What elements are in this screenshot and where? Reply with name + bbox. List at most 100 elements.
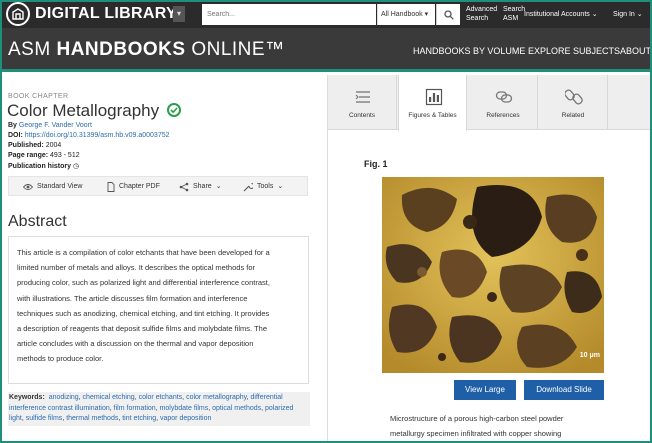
share-label: Share — [193, 183, 212, 190]
institutional-accounts-menu[interactable]: Institutional Accounts ⌄ — [524, 10, 598, 19]
published-value: 2004 — [45, 142, 62, 149]
tab-related[interactable]: Related — [539, 75, 608, 130]
search-asm-link[interactable]: Search ASM — [503, 5, 525, 23]
eye-icon — [23, 184, 33, 190]
link-icon — [565, 89, 583, 105]
search-asm-line-1: Search — [503, 6, 526, 13]
search-asm-line-2: ASM — [503, 15, 519, 22]
pdf-icon — [107, 182, 115, 192]
figure-caption: Microstructure of a porous high-carbon s… — [390, 411, 630, 441]
tab-references[interactable]: References — [469, 75, 538, 130]
tab-related-label: Related — [561, 112, 585, 119]
page-range-line: Page range: 493 - 512 — [8, 152, 80, 159]
published-label: Published: — [8, 142, 44, 149]
abstract-line: with illustrations. The article discusse… — [17, 293, 248, 303]
advanced-search-line-2: Search — [466, 15, 489, 22]
figure-label: Fig. 1 — [364, 159, 388, 169]
sign-in-menu[interactable]: Sign In ⌄ — [613, 10, 643, 19]
tab-figures-tables[interactable]: Figures & Tables — [398, 75, 467, 131]
list-icon — [355, 91, 370, 103]
tab-contents[interactable]: Contents — [328, 75, 397, 130]
download-slide-button[interactable]: Download Slide — [524, 380, 604, 400]
keyword-link[interactable]: thermal methods — [66, 415, 118, 422]
keyword-link[interactable]: color etchants — [139, 394, 183, 401]
chapter-pdf-label: Chapter PDF — [119, 183, 160, 190]
advanced-search-link[interactable]: Advanced Search — [466, 5, 497, 23]
abstract-line: producing color, such as polarized light… — [17, 278, 270, 288]
keywords-label: Keywords: — [9, 394, 45, 401]
logo-icon — [6, 2, 30, 26]
search-scope-select[interactable]: All Handbook ▾ — [377, 4, 435, 25]
view-large-button[interactable]: View Large — [454, 380, 516, 400]
top-bar: DIGITAL LIBRARY ▾ All Handbook ▾ Advance… — [0, 0, 652, 28]
doi-line: DOI: https://doi.org/10.31399/asm.hb.v09… — [8, 132, 170, 139]
abstract-line: limited number of metals and alloys. It … — [17, 263, 256, 273]
keyword-link[interactable]: optical methods — [212, 405, 261, 412]
standard-view-button[interactable]: Standard View — [23, 177, 82, 197]
author-link[interactable]: George F. Vander Voort — [19, 122, 92, 129]
author-line: By George F. Vander Voort — [8, 122, 92, 129]
search-scope-value: All Handbook — [381, 11, 423, 18]
chapter-info-column: BOOK CHAPTER Color Metallography By Geor… — [0, 75, 326, 443]
clock-icon: ◷ — [72, 163, 80, 170]
digital-library-logo[interactable]: DIGITAL LIBRARY — [6, 2, 177, 26]
figures-panel: Contents Figures & Tables References Rel… — [327, 75, 652, 443]
tab-contents-label: Contents — [348, 112, 376, 119]
publication-history-label: Publication history — [8, 163, 72, 170]
publication-history-link[interactable]: Publication history ◷ — [8, 162, 79, 170]
chapter-kind: BOOK CHAPTER — [8, 93, 69, 100]
tools-label: Tools — [257, 183, 274, 190]
search-input[interactable] — [202, 4, 376, 25]
brand-bold: HANDBOOKS — [56, 39, 186, 60]
keyword-link[interactable]: film formation — [114, 405, 156, 412]
chapter-toolbar: Standard View Chapter PDF Share ⌄ Tools … — [8, 176, 308, 196]
abstract-line: methods to produce color. — [17, 354, 104, 364]
keyword-link[interactable]: color metallography — [186, 394, 247, 401]
chevron-down-icon: ⌄ — [591, 11, 598, 18]
advanced-search-line-1: Advanced — [466, 6, 498, 13]
panel-tabs: Contents Figures & Tables References Rel… — [328, 75, 652, 131]
keyword-link[interactable]: anodizing — [49, 394, 79, 401]
chart-icon — [425, 88, 443, 106]
tab-references-label: References — [486, 112, 520, 119]
chevron-down-icon: ⌄ — [277, 183, 284, 190]
micrograph-drawing — [382, 177, 604, 373]
logo-dropdown-button[interactable]: ▾ — [173, 6, 185, 22]
asm-handbooks-online-brand[interactable]: ASM HANDBOOKS ONLINE™ — [8, 39, 285, 61]
logo-text: DIGITAL LIBRARY — [35, 5, 177, 22]
nav-handbooks-by-volume[interactable]: HANDBOOKS BY VOLUME — [413, 46, 525, 56]
chevron-down-icon: ▾ — [424, 11, 429, 18]
page-range-value: 493 - 512 — [50, 152, 80, 159]
keyword-link[interactable]: vapor deposition — [160, 415, 211, 422]
by-label: By — [8, 122, 17, 129]
keyword-link[interactable]: sulfide films — [26, 415, 63, 422]
chevron-down-icon: ⌄ — [215, 183, 222, 190]
abstract-heading: Abstract — [8, 213, 67, 230]
search-button[interactable] — [436, 4, 460, 25]
chain-icon — [495, 91, 513, 103]
caption-line: metallurgy specimen infiltrated with cop… — [390, 429, 562, 438]
micrograph-image[interactable]: 10 μm — [382, 177, 604, 373]
keyword-link[interactable]: chemical etching — [83, 394, 135, 401]
sign-in-label: Sign In — [613, 11, 635, 18]
nav-about[interactable]: ABOUT — [620, 46, 651, 56]
doi-label: DOI: — [8, 132, 23, 139]
brand-bar: ASM HANDBOOKS ONLINE™ HANDBOOKS BY VOLUM… — [0, 28, 652, 72]
tools-menu-button[interactable]: Tools ⌄ — [243, 177, 283, 197]
published-line: Published: 2004 — [8, 142, 61, 149]
doi-link[interactable]: https://doi.org/10.31399/asm.hb.v09.a000… — [25, 132, 170, 139]
nav-explore-subjects[interactable]: EXPLORE SUBJECTS — [528, 46, 620, 56]
wrench-icon — [243, 182, 253, 192]
caption-line: Microstructure of a porous high-carbon s… — [390, 414, 564, 423]
search-icon — [443, 9, 454, 20]
keyword-link[interactable]: tint etching — [122, 415, 156, 422]
keywords-section: Keywords: anodizing, chemical etching, c… — [8, 392, 310, 426]
share-menu-button[interactable]: Share ⌄ — [179, 177, 222, 197]
chapter-title: Color Metallography — [7, 101, 160, 120]
keyword-link[interactable]: molybdate films — [160, 405, 209, 412]
institutional-accounts-label: Institutional Accounts — [524, 11, 590, 18]
chapter-pdf-button[interactable]: Chapter PDF — [107, 177, 160, 197]
standard-view-label: Standard View — [37, 183, 83, 190]
abstract-box: This article is a compilation of color e… — [8, 236, 309, 384]
share-icon — [179, 182, 189, 192]
